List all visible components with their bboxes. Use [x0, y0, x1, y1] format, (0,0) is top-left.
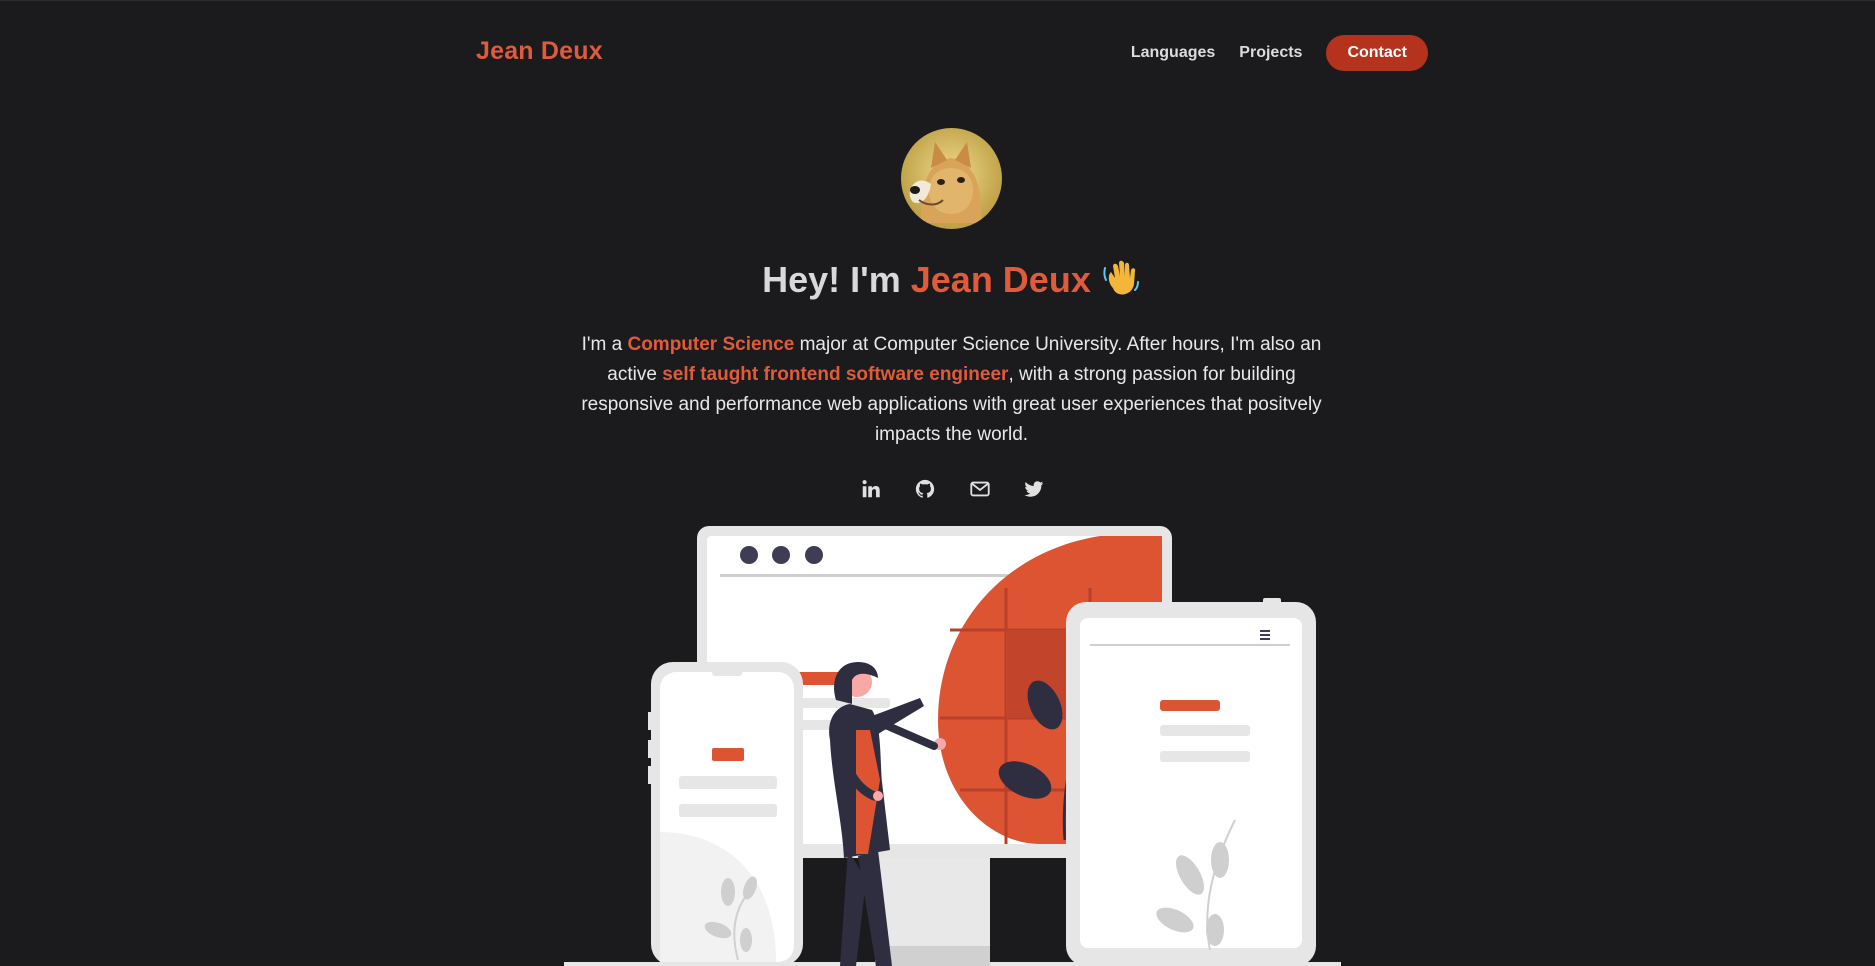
bio-highlight-role: self taught frontend software engineer: [662, 364, 1009, 385]
twitter-icon[interactable]: [1023, 478, 1045, 500]
shiba-inu-avatar-icon: [901, 128, 1002, 229]
nav-link-languages[interactable]: Languages: [1131, 44, 1215, 62]
github-icon[interactable]: [914, 478, 936, 500]
linkedin-icon[interactable]: [860, 478, 882, 500]
top-navbar: Jean Deux Languages Projects Contact: [0, 0, 1875, 105]
social-links: [860, 478, 1045, 500]
bio-text-1: I'm a: [581, 334, 628, 355]
hero-greeting: Hey! I'm: [762, 259, 911, 300]
bio-highlight-major: Computer Science: [627, 334, 795, 355]
devices-illustration: [564, 526, 1341, 966]
hero-title: Hey! I'm Jean Deux: [0, 258, 1875, 301]
bio-paragraph: I'm a Computer Science major at Computer…: [560, 330, 1343, 450]
avatar: [901, 128, 1002, 229]
waving-hand-icon: [1103, 260, 1139, 295]
mail-icon[interactable]: [969, 478, 991, 500]
nav-links: Languages Projects Contact: [1131, 35, 1428, 71]
contact-button[interactable]: Contact: [1326, 35, 1428, 71]
nav-link-projects[interactable]: Projects: [1239, 44, 1302, 62]
hero-name: Jean Deux: [910, 259, 1091, 300]
brand-logo-link[interactable]: Jean Deux: [476, 37, 603, 66]
